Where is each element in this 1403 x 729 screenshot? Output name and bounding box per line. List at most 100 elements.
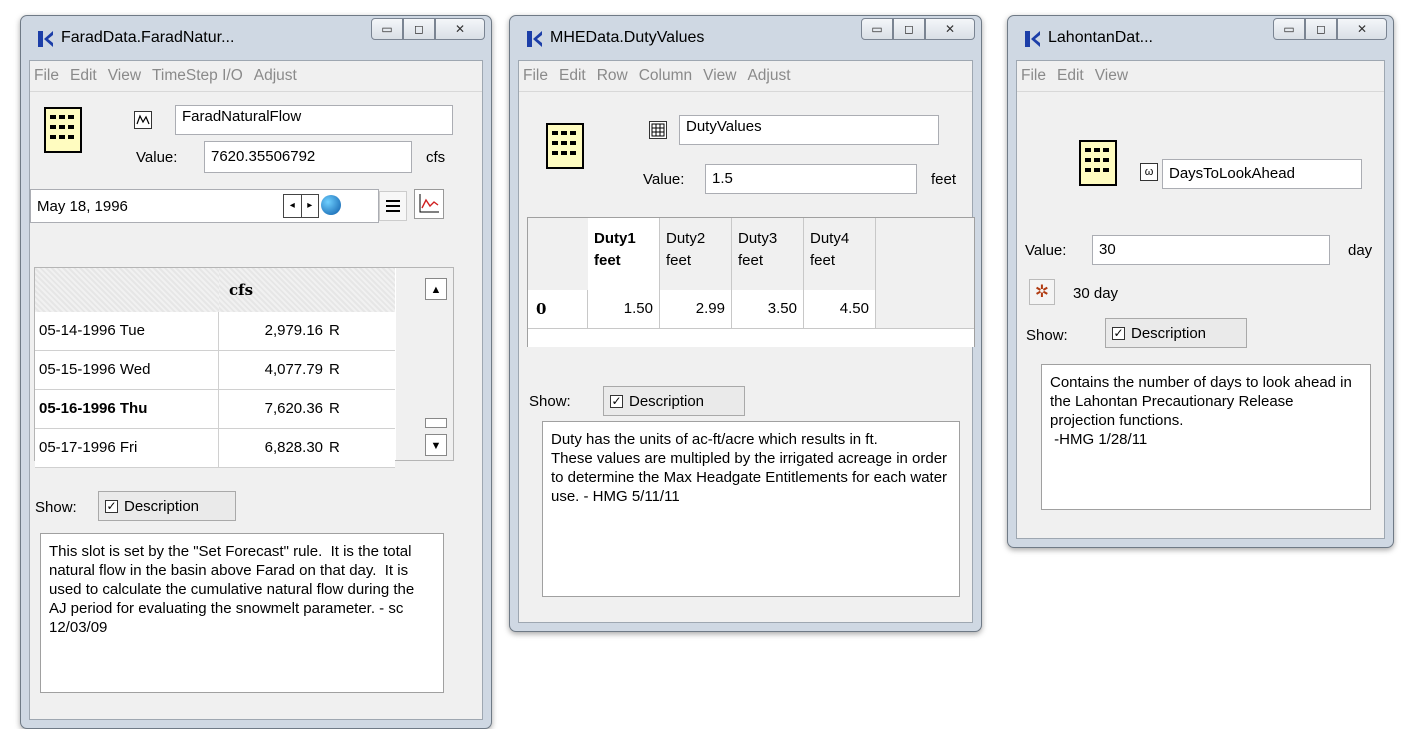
menu-view[interactable]: View <box>1095 67 1128 85</box>
menu-view[interactable]: View <box>108 67 141 85</box>
checkbox-checked-icon[interactable]: ✓ <box>610 394 623 408</box>
menu-adjust[interactable]: Adjust <box>747 67 790 85</box>
description-toggle[interactable]: ✓ Description <box>1105 318 1247 348</box>
menu-bar: File Edit Row Column View Adjust <box>519 61 972 92</box>
description-text: Duty has the units of ac-ft/acre which r… <box>551 431 948 505</box>
value-field[interactable]: 7620.35506792 <box>204 141 412 173</box>
riverware-app-icon <box>527 31 542 47</box>
description-text: Contains the number of days to look ahea… <box>1050 374 1352 448</box>
table-row[interactable]: 05-15-1996 Wed 4,077.79 R <box>35 351 395 390</box>
description-toggle[interactable]: ✓ Description <box>603 386 745 416</box>
menu-timestep-io[interactable]: TimeStep I/O <box>152 67 243 85</box>
minimize-button[interactable]: ▭ <box>861 18 893 40</box>
menu-edit[interactable]: Edit <box>559 67 586 85</box>
description-box[interactable]: Duty has the units of ac-ft/acre which r… <box>542 421 960 597</box>
row-date: 05-15-1996 Wed <box>35 351 219 389</box>
table-cell[interactable]: 3.50 <box>732 290 804 328</box>
title-bar[interactable]: FaradData.FaradNatur... ▭ ◻ ✕ <box>21 16 491 60</box>
description-toggle[interactable]: ✓ Description <box>98 491 236 521</box>
row-value[interactable]: 4,077.79 <box>219 351 329 389</box>
value-unit: feet <box>931 171 957 188</box>
close-button[interactable]: ✕ <box>435 18 485 40</box>
column-name: Duty1 <box>594 230 636 247</box>
row-value[interactable]: 7,620.36 <box>219 390 329 428</box>
maximize-button[interactable]: ◻ <box>1305 18 1337 40</box>
title-bar[interactable]: MHEData.DutyValues ▭ ◻ ✕ <box>510 16 981 60</box>
table-slot-icon <box>649 121 667 139</box>
slot-name-field[interactable]: FaradNaturalFlow <box>175 105 453 135</box>
column-unit: feet <box>738 252 764 269</box>
menu-bar: File Edit View <box>1017 61 1384 92</box>
scroll-down-button[interactable]: ▼ <box>425 434 447 456</box>
menu-file[interactable]: File <box>1021 67 1046 85</box>
table-cell[interactable]: 2.99 <box>660 290 732 328</box>
plot-icon[interactable] <box>414 189 444 219</box>
column-header-duty3[interactable]: Duty3 feet <box>732 218 804 290</box>
globe-icon[interactable] <box>321 195 341 215</box>
menu-file[interactable]: File <box>523 67 548 85</box>
menu-edit[interactable]: Edit <box>70 67 97 85</box>
menu-file[interactable]: File <box>34 67 59 85</box>
show-label: Show: <box>1026 327 1068 344</box>
column-name: Duty3 <box>738 230 778 247</box>
vertical-scrollbar[interactable]: ▲ ▼ <box>396 268 453 460</box>
value-label: Value: <box>1025 242 1067 259</box>
checkbox-checked-icon[interactable]: ✓ <box>105 499 118 513</box>
checkbox-checked-icon[interactable]: ✓ <box>1112 326 1125 340</box>
menu-view[interactable]: View <box>703 67 736 85</box>
row-value[interactable]: 2,979.16 <box>219 312 329 350</box>
prev-arrow-icon[interactable]: ◂ <box>284 195 302 217</box>
table-header-corner <box>528 218 589 291</box>
value-field[interactable]: 30 <box>1092 235 1330 265</box>
table-cell[interactable]: 1.50 <box>588 290 660 328</box>
row-flag: R <box>329 400 340 417</box>
table-row[interactable]: 05-14-1996 Tue 2,979.16 R <box>35 312 395 351</box>
series-table: cfs 05-14-1996 Tue 2,979.16 R 05-15-1996 We… <box>34 267 454 468</box>
column-headers: Duty1 feet Duty2 feet Duty3 feet Duty4 feet <box>588 218 876 290</box>
scroll-up-button[interactable]: ▲ <box>425 278 447 300</box>
close-button[interactable]: ✕ <box>925 18 975 40</box>
date-spin-arrows[interactable]: ◂ ▸ <box>283 194 319 218</box>
menu-column[interactable]: Column <box>639 67 692 85</box>
column-header-duty1[interactable]: Duty1 feet <box>588 218 660 290</box>
menu-edit[interactable]: Edit <box>1057 67 1084 85</box>
show-label: Show: <box>35 499 77 516</box>
column-header-duty2[interactable]: Duty2 feet <box>660 218 732 290</box>
riverware-app-icon <box>38 31 53 47</box>
value-unit: day <box>1348 242 1373 259</box>
minimize-button[interactable]: ▭ <box>371 18 403 40</box>
description-box[interactable]: This slot is set by the "Set Forecast" r… <box>40 533 444 693</box>
slot-grid-icon <box>44 107 82 153</box>
window-title: MHEData.DutyValues <box>550 29 705 46</box>
list-view-icon[interactable] <box>379 191 407 221</box>
maximize-button[interactable]: ◻ <box>893 18 925 40</box>
value-label: Value: <box>643 171 685 188</box>
description-box[interactable]: Contains the number of days to look ahea… <box>1041 364 1371 510</box>
value-field[interactable]: 1.5 <box>705 164 917 194</box>
table-row[interactable]: 05-16-1996 Thu 7,620.36 R <box>35 390 395 429</box>
duty-table: Duty1 feet Duty2 feet Duty3 feet Duty4 feet 0 1… <box>527 217 975 347</box>
table-cell[interactable]: 4.50 <box>804 290 876 328</box>
slot-grid-icon <box>1079 140 1117 186</box>
column-unit: feet <box>594 252 621 269</box>
row-flag: R <box>329 439 340 456</box>
row-value[interactable]: 6,828.30 <box>219 429 329 467</box>
description-toggle-label: Description <box>1131 324 1207 342</box>
scroll-thumb[interactable] <box>425 418 447 428</box>
gear-icon[interactable]: ✲ <box>1029 279 1055 305</box>
next-arrow-icon[interactable]: ▸ <box>302 195 319 217</box>
maximize-button[interactable]: ◻ <box>403 18 435 40</box>
menu-row[interactable]: Row <box>597 67 628 85</box>
table-row: 1.50 2.99 3.50 4.50 <box>588 290 876 328</box>
title-bar[interactable]: LahontanDat... ▭ ◻ ✕ <box>1008 16 1393 60</box>
column-header-duty4[interactable]: Duty4 feet <box>804 218 876 290</box>
table-row[interactable]: 05-17-1996 Fri 6,828.30 R <box>35 429 395 468</box>
window-client: File Edit Row Column View Adjust DutyVal… <box>518 60 975 623</box>
table-rows: 05-14-1996 Tue 2,979.16 R 05-15-1996 Wed 4,0… <box>35 312 395 468</box>
close-button[interactable]: ✕ <box>1337 18 1387 40</box>
menu-adjust[interactable]: Adjust <box>254 67 297 85</box>
slot-name-field[interactable]: DutyValues <box>679 115 939 145</box>
row-header-0: 0 <box>528 290 588 328</box>
minimize-button[interactable]: ▭ <box>1273 18 1305 40</box>
slot-name-field[interactable]: DaysToLookAhead <box>1162 159 1362 189</box>
